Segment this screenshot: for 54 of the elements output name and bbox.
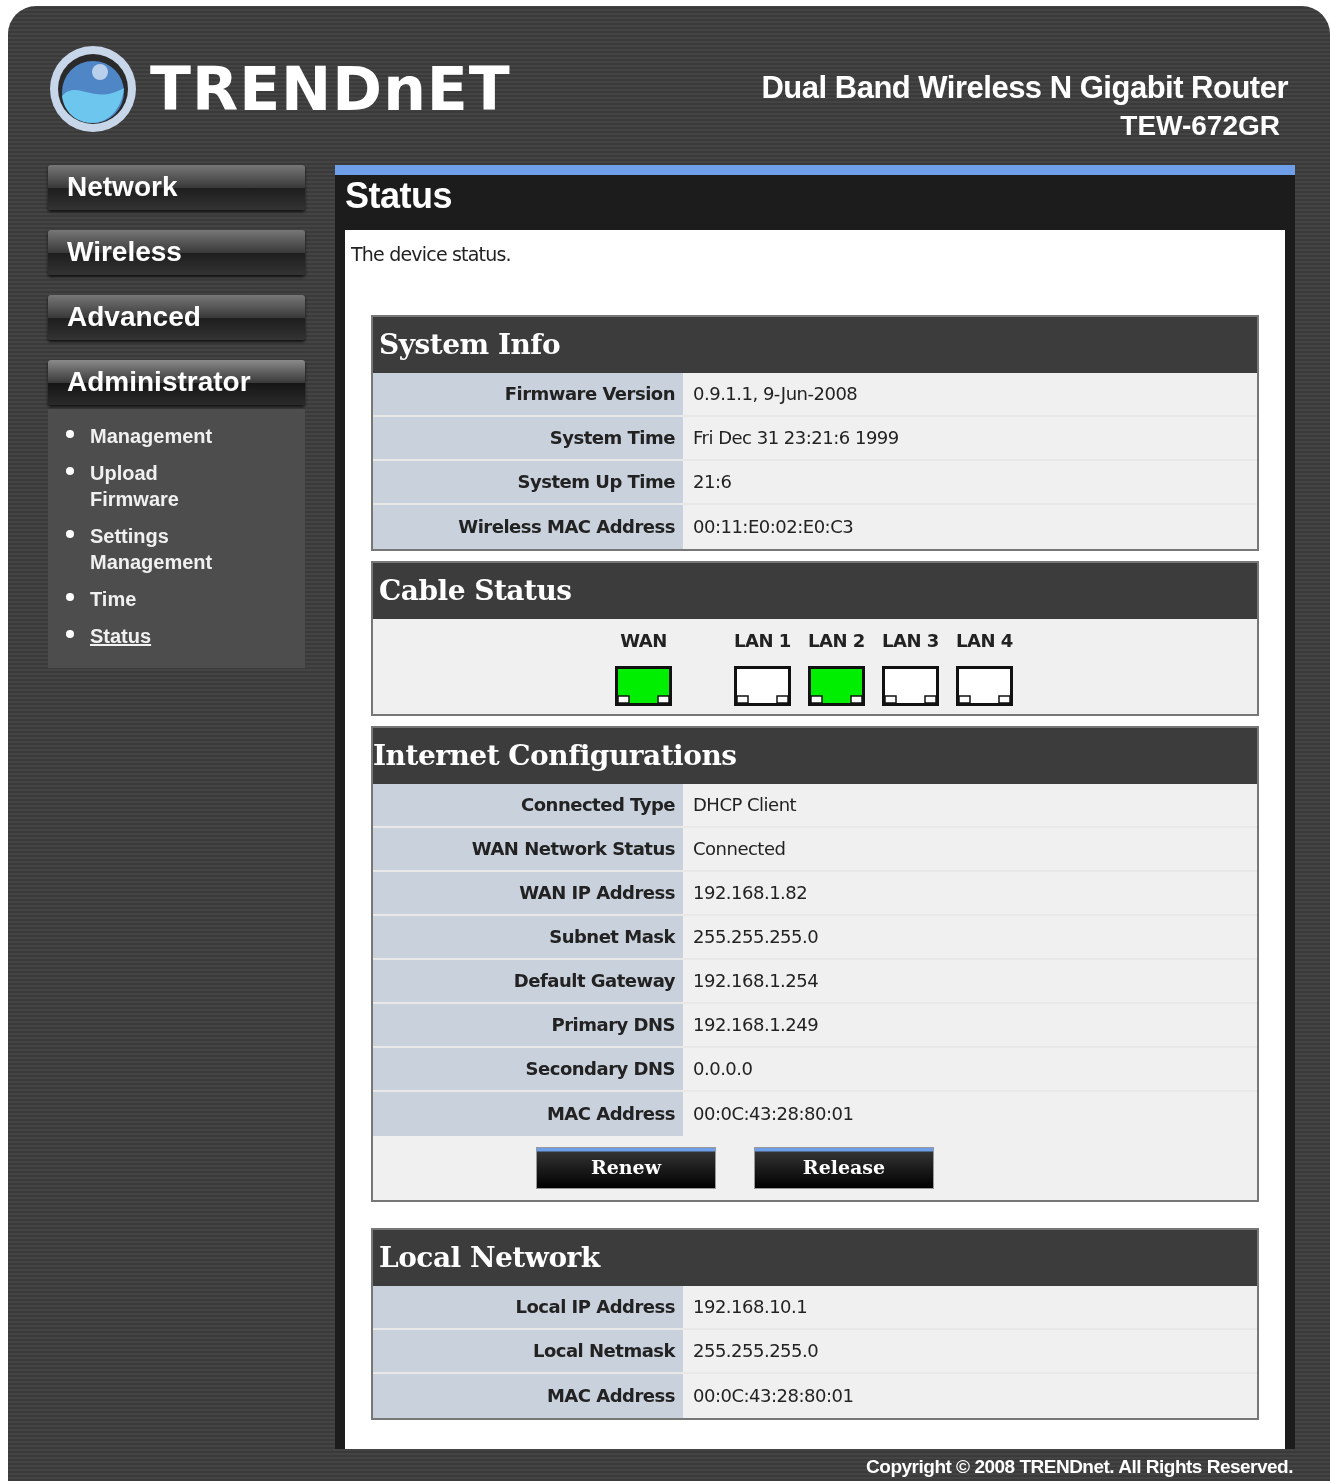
menu-button[interactable]: Administrator [48, 359, 305, 405]
section-title: Local Network [379, 1239, 600, 1276]
bullet-icon [66, 592, 74, 601]
submenu-link[interactable]: Settings Management [90, 522, 240, 575]
field-label: Default Gateway [373, 959, 683, 1002]
submenu-link[interactable]: Time [90, 585, 240, 612]
field-label: System Time [373, 416, 683, 459]
page-title: Status [345, 174, 454, 218]
bullet-icon [66, 429, 74, 438]
field-value: 255.255.255.0 [683, 1329, 1257, 1372]
globe-logo-icon [48, 44, 138, 134]
field-value: 00:11:E0:02:E0:C3 [683, 504, 1257, 549]
field-label: Firmware Version [373, 372, 683, 415]
field-label: Connected Type [373, 783, 683, 826]
section-title: Internet Configurations [373, 737, 737, 774]
copyright-text: Copyright © 2008 TRENDnet. All Rights Reserved. [865, 1454, 1294, 1479]
field-label: Secondary DNS [373, 1047, 683, 1090]
field-label: System Up Time [373, 460, 683, 503]
bullet-icon [66, 466, 74, 475]
product-name: Dual Band Wireless N Gigabit Router [761, 70, 1288, 106]
field-label: MAC Address [373, 1091, 683, 1136]
section-title: Cable Status [379, 572, 572, 609]
bullet-icon [66, 629, 74, 638]
field-value: 00:0C:43:28:80:01 [683, 1373, 1257, 1418]
menu-button[interactable]: Advanced [48, 294, 305, 340]
field-value: 192.168.10.1 [683, 1285, 1257, 1328]
field-label: WAN Network Status [373, 827, 683, 870]
field-value: 0.9.1.1, 9-Jun-2008 [683, 372, 1257, 415]
port-label: WAN [620, 628, 667, 653]
model-number: TEW-672GR [1120, 109, 1281, 143]
field-label: Primary DNS [373, 1003, 683, 1046]
field-label: Local Netmask [373, 1329, 683, 1372]
field-value: 21:6 [683, 460, 1257, 503]
submenu-link[interactable]: Management [90, 422, 240, 449]
page-description: The device status. [351, 241, 512, 267]
port-label: LAN 4 [956, 628, 1013, 653]
brand-logo: TRENDnET [150, 59, 511, 119]
bullet-icon [66, 529, 74, 538]
action-button[interactable]: Renew [536, 1146, 716, 1189]
field-label: Subnet Mask [373, 915, 683, 958]
port-label: LAN 2 [808, 628, 865, 653]
field-label: MAC Address [373, 1373, 683, 1418]
menu-button[interactable]: Wireless [48, 229, 305, 275]
section-title: System Info [379, 326, 561, 363]
menu-button[interactable]: Network [48, 164, 305, 210]
submenu-link[interactable]: Upload Firmware [90, 459, 240, 512]
submenu-link[interactable]: Status [90, 622, 240, 649]
field-value: Fri Dec 31 23:21:6 1999 [683, 416, 1257, 459]
port-label: LAN 1 [734, 628, 791, 653]
port-label: LAN 3 [882, 628, 939, 653]
field-label: Wireless MAC Address [373, 504, 683, 549]
field-label: Local IP Address [373, 1285, 683, 1328]
action-button[interactable]: Release [754, 1146, 934, 1189]
field-label: WAN IP Address [373, 871, 683, 914]
